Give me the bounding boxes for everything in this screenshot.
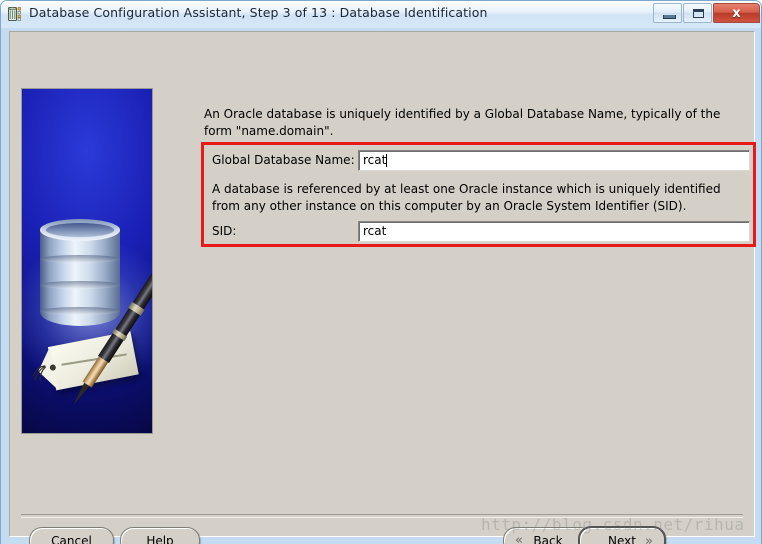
maximize-restore-button[interactable] — [683, 3, 712, 23]
minimize-icon — [663, 15, 676, 19]
sid-label: SID: — [212, 224, 237, 238]
database-grid-icon — [8, 6, 24, 22]
chevron-double-left-icon: « — [515, 533, 523, 544]
dialog-client-area: An Oracle database is uniquely identifie… — [9, 31, 756, 544]
database-cylinder-icon — [40, 219, 120, 331]
global-database-name-row: Global Database Name: rcat — [212, 150, 750, 172]
sid-description: A database is referenced by at least one… — [212, 182, 721, 213]
text-caret — [386, 154, 387, 167]
watermark-text: http://blog.csdn.net/rihua — [481, 515, 745, 534]
help-button-label: Help — [146, 533, 174, 544]
intro-description: An Oracle database is uniquely identifie… — [204, 107, 721, 138]
minimize-button[interactable] — [653, 3, 682, 23]
dbca-window: Database Configuration Assistant, Step 3… — [0, 0, 762, 544]
maximize-icon — [693, 9, 704, 18]
sid-input[interactable]: rcat — [358, 221, 750, 242]
cancel-button[interactable]: Cancel — [29, 527, 114, 544]
chevron-double-right-icon: » — [645, 534, 653, 544]
global-database-name-value: rcat — [363, 153, 387, 167]
sid-value: rcat — [363, 224, 387, 238]
help-button[interactable]: Help — [120, 527, 200, 544]
cancel-button-label: Cancel — [51, 533, 92, 544]
sidebar-illustration — [21, 88, 153, 434]
sid-row: SID: rcat — [212, 221, 750, 243]
close-icon: x — [732, 5, 741, 21]
window-titlebar[interactable]: Database Configuration Assistant, Step 3… — [1, 1, 761, 28]
tag-string-icon — [32, 365, 46, 381]
back-button-label: Back — [533, 533, 563, 544]
close-button[interactable]: x — [713, 3, 760, 23]
global-database-name-label: Global Database Name: — [212, 153, 355, 167]
global-database-name-input[interactable]: rcat — [358, 150, 750, 171]
next-button-label: Next — [608, 533, 636, 544]
caption-button-group: x — [652, 3, 760, 24]
desktop-backdrop: Database Configuration Assistant, Step 3… — [0, 0, 762, 544]
dialog-panel: An Oracle database is uniquely identifie… — [10, 32, 756, 544]
window-title: Database Configuration Assistant, Step 3… — [29, 5, 488, 20]
